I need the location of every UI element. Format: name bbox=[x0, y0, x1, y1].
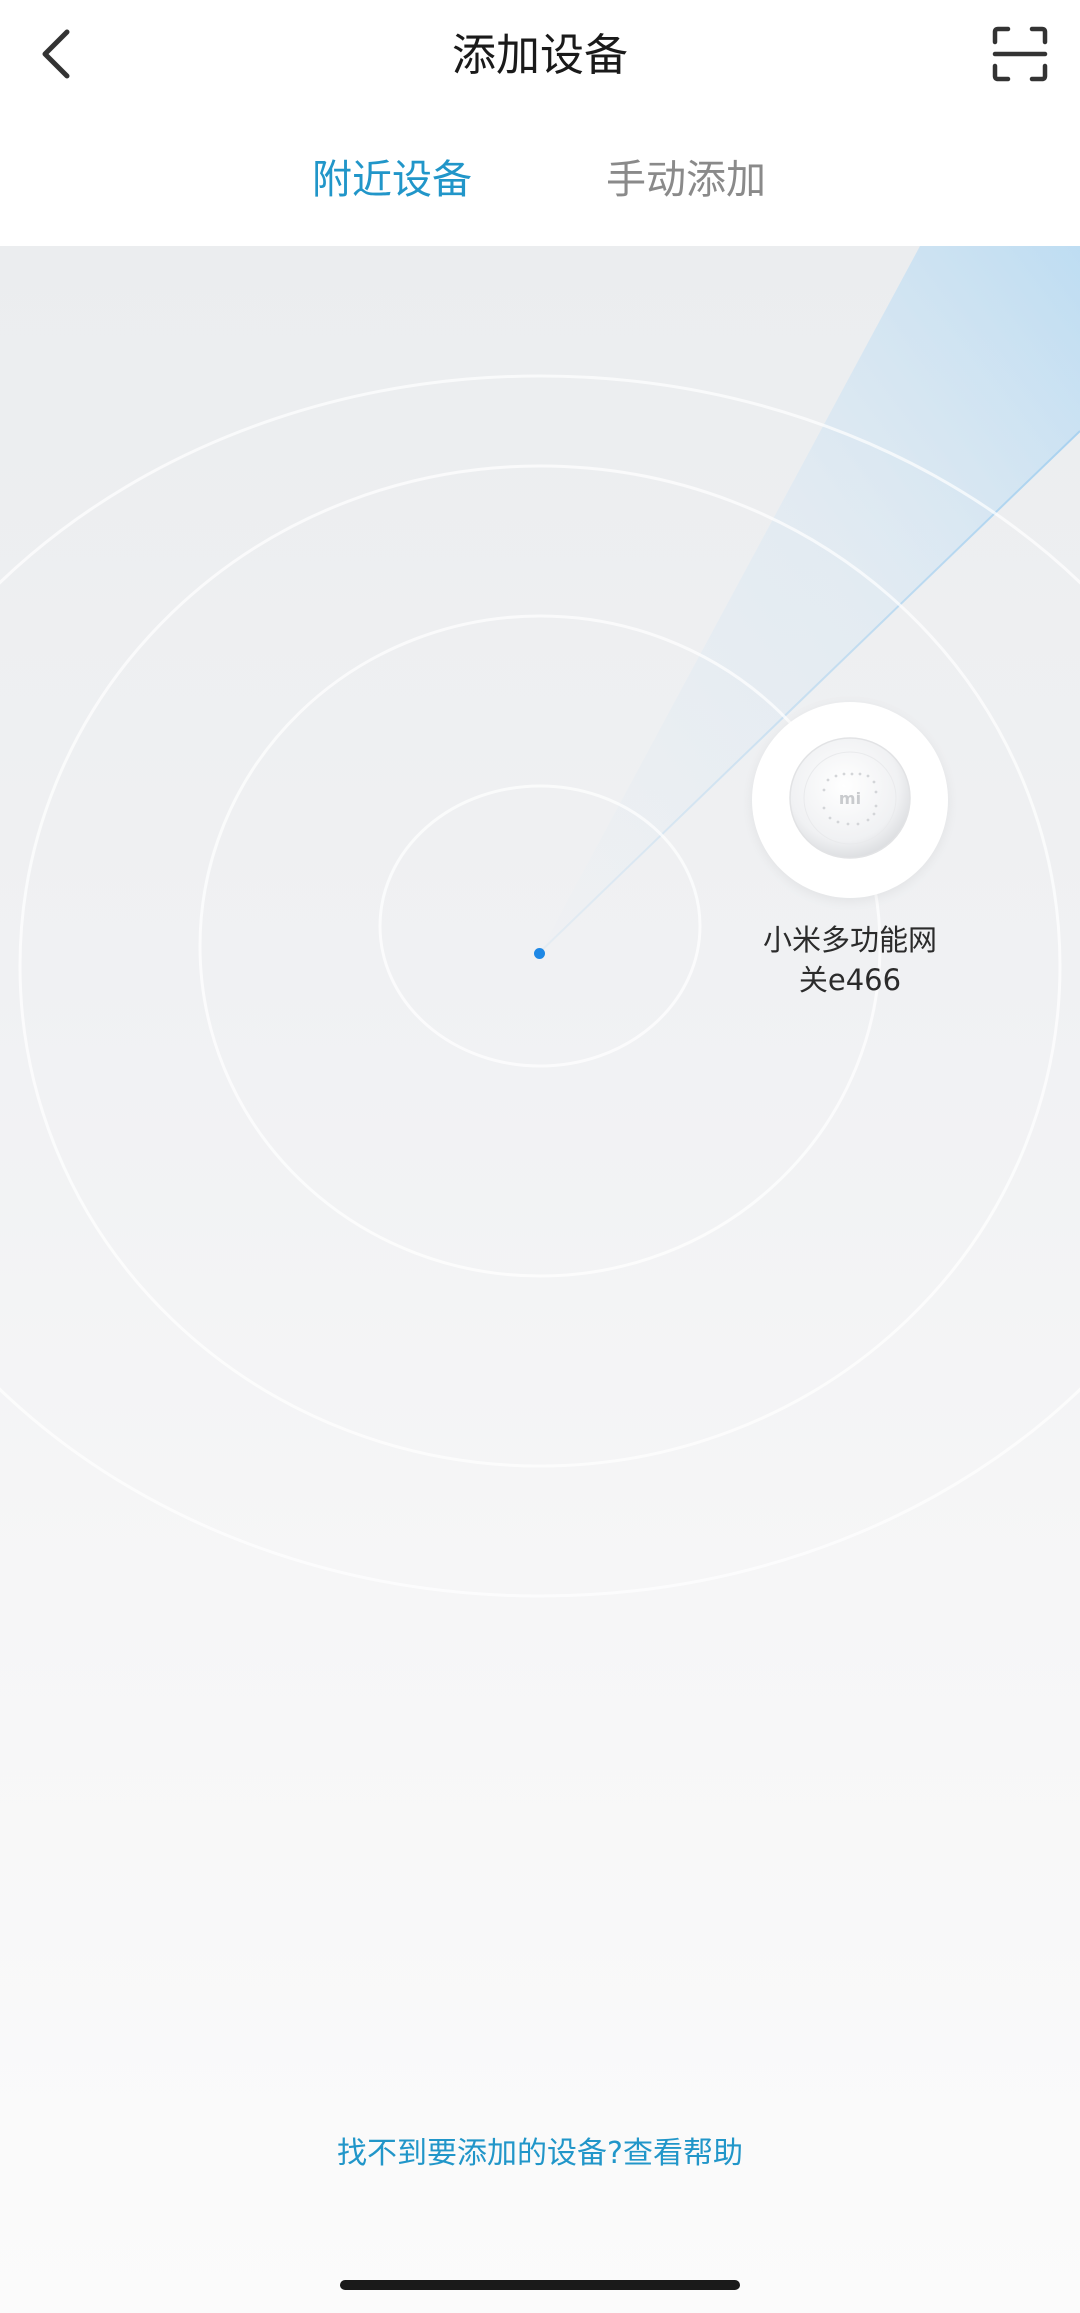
help-link: 找不到要添加的设备?查看帮助 bbox=[0, 2134, 1080, 2174]
nearby-device-gateway[interactable]: mi 小米多功能网关e466 bbox=[740, 702, 960, 1000]
chevron-left-icon bbox=[39, 28, 73, 84]
scan-frame-icon bbox=[992, 26, 1048, 86]
user-location-dot bbox=[534, 948, 545, 959]
back-button[interactable] bbox=[24, 18, 88, 94]
top-nav-bar: 添加设备 bbox=[0, 0, 1080, 112]
radar-rings bbox=[0, 246, 1080, 1598]
tab-bar: 附近设备 手动添加 bbox=[0, 112, 1080, 246]
radar-scan-area: mi 小米多功能网关e466 找不到要添加的设备?查看帮助 bbox=[0, 246, 1080, 2313]
device-avatar: mi bbox=[752, 702, 948, 898]
radar-ring bbox=[378, 784, 702, 1068]
device-name: 小米多功能网关e466 bbox=[762, 923, 937, 997]
page-title: 添加设备 bbox=[452, 30, 628, 81]
mi-gateway-icon: mi bbox=[788, 736, 912, 864]
tab-manual-add[interactable]: 手动添加 bbox=[606, 156, 766, 204]
home-indicator[interactable] bbox=[340, 2280, 740, 2290]
view-help-link[interactable]: 查看帮助 bbox=[623, 2136, 743, 2171]
tab-nearby-devices[interactable]: 附近设备 bbox=[312, 156, 472, 204]
help-question-text[interactable]: 找不到要添加的设备? bbox=[337, 2136, 623, 2171]
svg-text:mi: mi bbox=[839, 789, 861, 808]
scan-button[interactable] bbox=[982, 18, 1058, 94]
add-device-screen: 添加设备 附近设备 手动添加 mi 小米多功能网关e466 找不到要添加的设备?… bbox=[0, 0, 1080, 2313]
